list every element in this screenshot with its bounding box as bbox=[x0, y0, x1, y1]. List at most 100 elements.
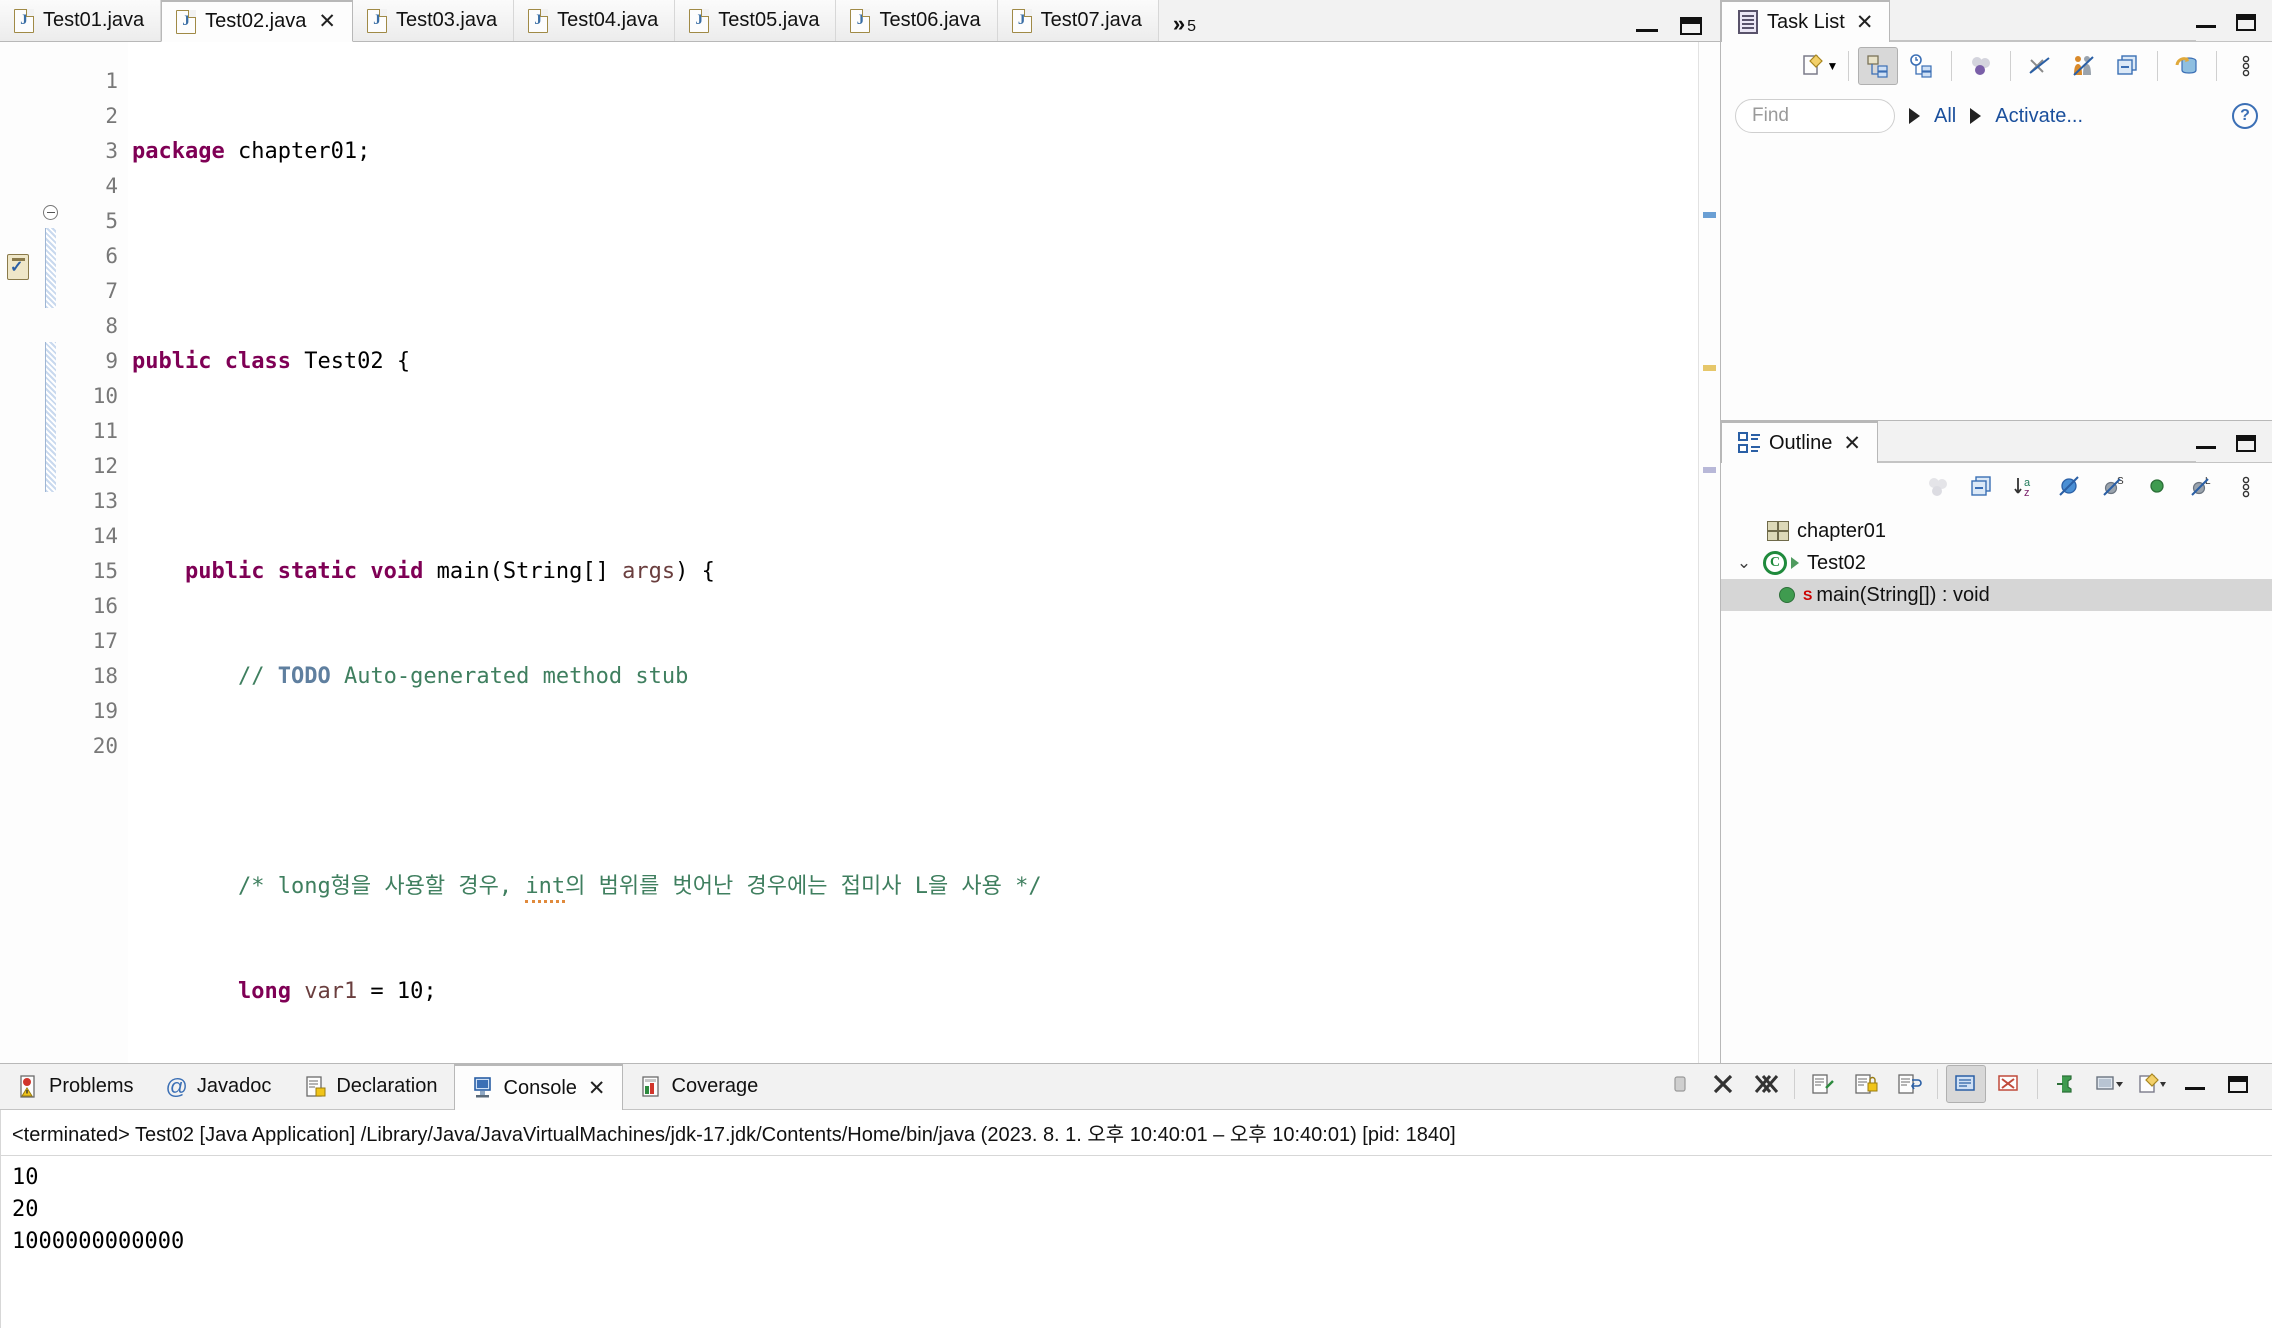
editor-tab-test05[interactable]: Test05.java bbox=[675, 0, 837, 41]
hide-local-types-icon[interactable]: L bbox=[2182, 468, 2222, 506]
new-task-icon[interactable]: ▼ bbox=[1799, 47, 1839, 85]
maximize-icon[interactable] bbox=[2236, 14, 2256, 31]
terminate-icon[interactable] bbox=[1660, 1065, 1700, 1103]
view-menu-icon[interactable] bbox=[2226, 468, 2266, 506]
close-icon[interactable]: ✕ bbox=[1856, 10, 1874, 35]
close-icon[interactable]: ✕ bbox=[588, 1076, 606, 1101]
tab-console[interactable]: Console ✕ bbox=[453, 1064, 623, 1110]
view-menu-icon[interactable] bbox=[2226, 47, 2266, 85]
scheduled-presentation-icon[interactable] bbox=[1902, 47, 1942, 85]
outline-title: Outline bbox=[1769, 431, 1833, 454]
tab-task-list[interactable]: Task List ✕ bbox=[1721, 0, 1891, 42]
filter-dropdown-arrow-icon[interactable] bbox=[1909, 108, 1920, 124]
outline-row-label: main(String[]) : void bbox=[1816, 583, 1990, 606]
activate-dropdown-arrow-icon[interactable] bbox=[1970, 108, 1982, 124]
categorized-presentation-icon[interactable] bbox=[1858, 47, 1898, 85]
task-list-body[interactable] bbox=[1721, 142, 2272, 420]
close-icon[interactable]: ✕ bbox=[1843, 431, 1861, 456]
hide-fields-icon[interactable] bbox=[2050, 468, 2090, 506]
outline-row-label: Test02 bbox=[1807, 551, 1866, 574]
focus-on-active-task-icon[interactable] bbox=[1918, 468, 1958, 506]
javadoc-icon: @ bbox=[165, 1073, 188, 1099]
minimize-icon[interactable] bbox=[2196, 438, 2216, 449]
editor-tab-test04[interactable]: Test04.java bbox=[514, 0, 676, 41]
scroll-lock-icon[interactable] bbox=[1846, 1065, 1886, 1103]
editor-tab-test03[interactable]: Test03.java bbox=[352, 0, 515, 41]
line-number: 17 bbox=[92, 629, 118, 653]
toolbar-separator bbox=[2037, 1069, 2038, 1099]
line-number: 14 bbox=[92, 524, 118, 548]
remove-all-terminated-icon[interactable] bbox=[1746, 1065, 1786, 1103]
pin-console-icon[interactable] bbox=[2046, 1065, 2086, 1103]
outline-tree[interactable]: chapter01 ⌄ Test02 S main(String[]) : vo… bbox=[1721, 511, 2272, 1063]
code-line-1: package chapter01; bbox=[132, 139, 371, 164]
outline-row-method[interactable]: S main(String[]) : void bbox=[1721, 579, 2272, 611]
word-wrap-icon[interactable] bbox=[1889, 1065, 1929, 1103]
clear-console-icon[interactable] bbox=[1803, 1065, 1843, 1103]
tab-coverage[interactable]: Coverage bbox=[623, 1064, 775, 1109]
filter-completed-tasks-icon[interactable] bbox=[2020, 47, 2060, 85]
editor-marker-bar[interactable] bbox=[0, 42, 36, 1063]
console-output-area[interactable]: <terminated> Test02 [Java Application] /… bbox=[0, 1110, 2272, 1328]
quickfix-todo-icon[interactable] bbox=[7, 254, 29, 280]
stderr-icon[interactable] bbox=[1989, 1065, 2029, 1103]
hide-static-members-icon[interactable]: S bbox=[2094, 468, 2134, 506]
editor-window-buttons bbox=[1626, 17, 1720, 41]
outline-row-class[interactable]: ⌄ Test02 bbox=[1721, 547, 2272, 579]
console-icon bbox=[471, 1075, 495, 1101]
collapse-all-icon[interactable] bbox=[2108, 47, 2148, 85]
editor-tab-test01[interactable]: Test01.java bbox=[0, 0, 162, 41]
editor-tab-test02[interactable]: Test02.java ✕ bbox=[161, 0, 353, 42]
show-console-on-output-icon[interactable] bbox=[1946, 1065, 1986, 1103]
remove-launch-icon[interactable] bbox=[1703, 1065, 1743, 1103]
chevron-down-icon[interactable]: ⌄ bbox=[1733, 553, 1755, 573]
toolbar-separator bbox=[2216, 51, 2217, 81]
filter-by-person-icon[interactable] bbox=[2064, 47, 2104, 85]
maximize-icon[interactable] bbox=[2236, 435, 2256, 452]
help-icon[interactable]: ? bbox=[2232, 103, 2258, 129]
tab-problems[interactable]: Problems bbox=[0, 1064, 149, 1109]
line-number: 15 bbox=[92, 559, 118, 583]
chevron-down-icon[interactable]: ▼ bbox=[1827, 59, 1839, 73]
filter-all-label[interactable]: All bbox=[1934, 105, 1956, 128]
top-area: Test01.java Test02.java ✕ Test03.java Te… bbox=[0, 0, 2272, 1063]
focus-on-workweek-icon[interactable] bbox=[1961, 47, 2001, 85]
code-text-area[interactable]: package chapter01; public class Test02 {… bbox=[128, 42, 1698, 1063]
hide-non-public-icon[interactable] bbox=[2138, 468, 2178, 506]
package-icon bbox=[1767, 521, 1789, 541]
maximize-icon[interactable] bbox=[1680, 17, 1702, 35]
minimize-icon[interactable] bbox=[2196, 17, 2216, 28]
editor-folding-bar[interactable] bbox=[36, 42, 66, 1063]
activate-label[interactable]: Activate... bbox=[1995, 105, 2083, 128]
line-number: 2 bbox=[105, 104, 118, 128]
editor-tab-test06[interactable]: Test06.java bbox=[836, 0, 998, 41]
minimize-icon[interactable] bbox=[1636, 20, 1658, 32]
outline-view: Outline ✕ a z S L chapter01 ⌄ C Test02 S… bbox=[1721, 421, 2272, 1063]
task-list-toolbar: ▼ bbox=[1721, 42, 2272, 90]
close-icon[interactable]: ✕ bbox=[318, 11, 336, 32]
minimize-icon[interactable] bbox=[2175, 1065, 2215, 1103]
find-input[interactable]: Find bbox=[1735, 99, 1895, 133]
editor-overview-ruler[interactable] bbox=[1698, 42, 1720, 1063]
tab-declaration[interactable]: Declaration bbox=[287, 1064, 453, 1109]
open-console-icon[interactable] bbox=[2132, 1065, 2172, 1103]
tab-javadoc[interactable]: @ Javadoc bbox=[149, 1064, 287, 1109]
line-number-ruler: 1 2 3 4 5 6 7 8 9 10 11 12 13 14 15 16 1 bbox=[66, 42, 128, 1063]
code-line-9: long var1 = 10; bbox=[237, 979, 437, 1004]
task-list-view: Task List ✕ ▼ Find All Activate... ? bbox=[1721, 0, 2272, 420]
editor-tab-overflow-button[interactable]: » 5 bbox=[1159, 11, 1206, 37]
collapse-all-icon[interactable] bbox=[1962, 468, 2002, 506]
line-number: 19 bbox=[92, 699, 118, 723]
outline-row-package[interactable]: chapter01 bbox=[1721, 515, 2272, 547]
line-number: 18 bbox=[92, 664, 118, 688]
code-editor[interactable]: 1 2 3 4 5 6 7 8 9 10 11 12 13 14 15 16 1 bbox=[0, 42, 1720, 1063]
editor-tab-test07[interactable]: Test07.java bbox=[997, 0, 1159, 41]
fold-range-indicator bbox=[45, 228, 56, 308]
sort-icon[interactable]: a z bbox=[2006, 468, 2046, 506]
synchronize-changed-icon[interactable] bbox=[2167, 47, 2207, 85]
tab-outline[interactable]: Outline ✕ bbox=[1721, 421, 1878, 463]
maximize-icon[interactable] bbox=[2218, 1065, 2258, 1103]
collapse-marker-icon[interactable] bbox=[43, 205, 58, 220]
display-selected-console-icon[interactable] bbox=[2089, 1065, 2129, 1103]
